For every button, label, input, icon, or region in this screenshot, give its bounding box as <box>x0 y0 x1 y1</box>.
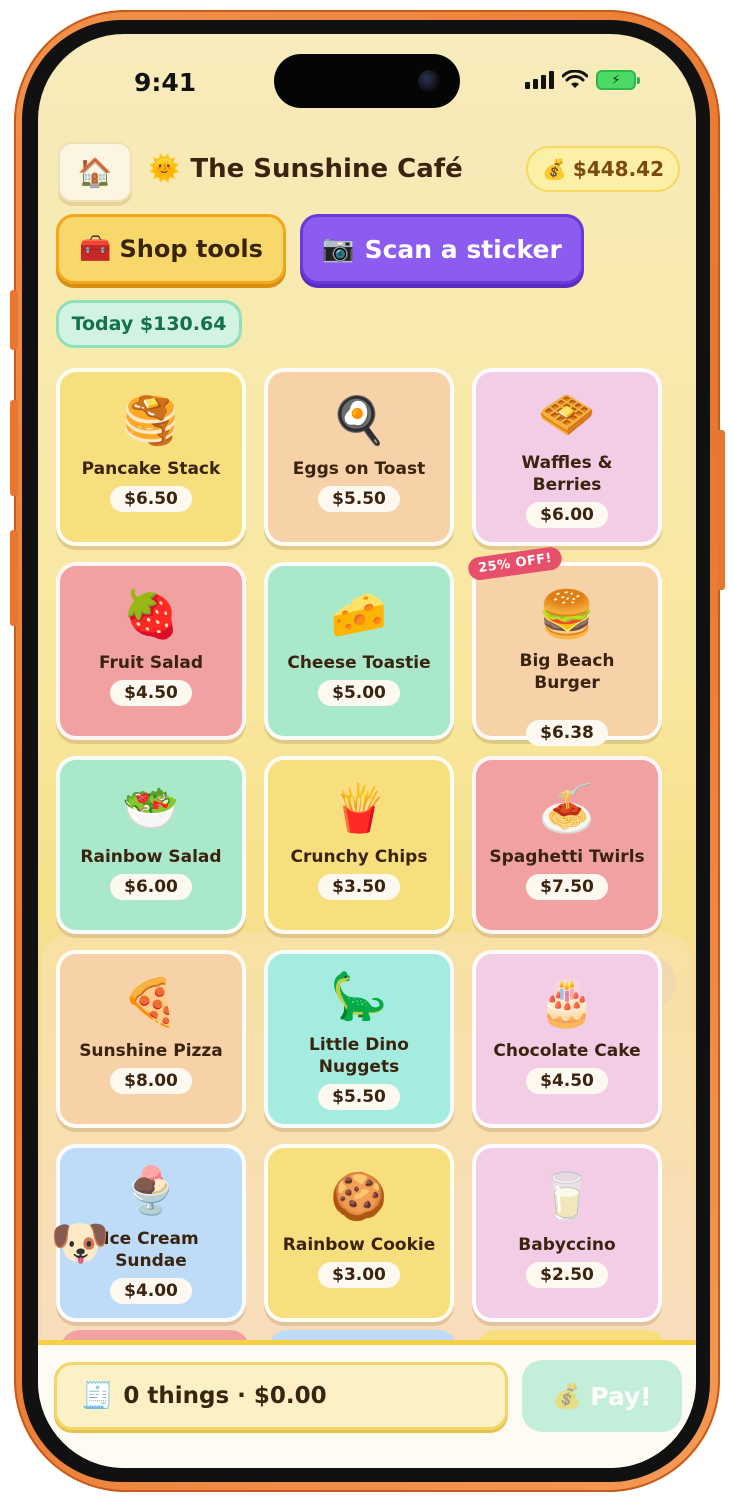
cafe-title: 🌞 The Sunshine Café <box>148 154 463 184</box>
pay-button[interactable]: 💰 Pay! <box>522 1360 682 1432</box>
menu-item-price: $8.00 <box>110 1068 192 1094</box>
menu-item-name: Waffles & Berries <box>521 453 613 495</box>
menu-item-price: $4.50 <box>526 1068 608 1094</box>
shop-tools-button[interactable]: 🧰 Shop tools <box>56 214 286 284</box>
cookie-icon: 🍪 <box>330 1169 388 1223</box>
ice-cream-icon: 🍨 <box>122 1163 180 1217</box>
discount-badge: 25% OFF! <box>466 545 564 582</box>
pizza-icon: 🍕 <box>122 975 180 1029</box>
camera-icon: 📷 <box>322 234 355 264</box>
sun-icon: 🌞 <box>148 154 181 184</box>
menu-item-name: Rainbow Salad <box>80 847 222 867</box>
scan-sticker-button[interactable]: 📷 Scan a sticker <box>300 214 584 284</box>
menu-item-price: $2.50 <box>526 1262 608 1288</box>
menu-item[interactable]: 25% OFF! 🍔 Big Beach Burger $6.38 <box>466 545 662 746</box>
money-bag-icon: 💰 <box>552 1382 583 1410</box>
menu-item[interactable]: 🍪 Rainbow Cookie $3.00 <box>264 1144 454 1322</box>
strawberry-icon: 🍓 <box>122 587 180 641</box>
menu-item[interactable]: 🧀 Cheese Toastie $5.00 <box>264 562 454 740</box>
menu-item-price: $6.00 <box>110 874 192 900</box>
dynamic-island <box>274 54 460 108</box>
menu-item-name: Fruit Salad <box>98 653 204 673</box>
today-sales-badge: Today $130.64 <box>56 300 242 348</box>
menu-item-price: $4.00 <box>110 1278 192 1304</box>
menu-item-name: Sunshine Pizza <box>79 1041 223 1061</box>
menu-item-name: Cheese Toastie <box>287 653 431 673</box>
action-button <box>10 290 18 350</box>
menu-item[interactable]: 🍝 Spaghetti Twirls $7.50 <box>472 756 662 934</box>
power-button <box>717 430 725 590</box>
menu-item-price: $5.50 <box>318 1084 400 1110</box>
pay-label: Pay! <box>590 1381 652 1411</box>
app-screen: 9:41 ⚡ 🏠 🌞 The Sunshine Café 💰 $448.42 🧰… <box>38 34 696 1468</box>
menu-item[interactable]: 🍳 Eggs on Toast $5.50 <box>264 368 454 546</box>
menu-item-price: $7.50 <box>526 874 608 900</box>
salad-icon: 🥗 <box>122 781 180 835</box>
menu-item-name: Little Dino Nuggets <box>309 1035 409 1077</box>
menu-item-name: Babyccino <box>518 1235 616 1255</box>
home-button[interactable]: 🏠 <box>58 142 132 202</box>
scan-sticker-label: Scan a sticker <box>364 234 562 264</box>
fries-icon: 🍟 <box>330 781 388 835</box>
page-title: The Sunshine Café <box>190 154 463 184</box>
menu-item-price: $3.50 <box>318 874 400 900</box>
toolbox-icon: 🧰 <box>79 234 112 264</box>
menu-item-price: $5.50 <box>318 486 400 512</box>
fried-egg-icon: 🍳 <box>330 393 388 447</box>
volume-up-button <box>10 400 18 496</box>
menu-item-name: Spaghetti Twirls <box>489 847 645 867</box>
menu-item[interactable]: 🎂 Chocolate Cake $4.50 <box>472 950 662 1128</box>
pancakes-icon: 🥞 <box>122 393 180 447</box>
menu-item-price: $5.00 <box>318 680 400 706</box>
menu-item[interactable]: 🥛 Babyccino $2.50 <box>472 1144 662 1322</box>
receipt-icon: 🧾 <box>81 1381 114 1411</box>
status-time: 9:41 <box>134 68 197 97</box>
battery-charging-icon: ⚡ <box>596 70 640 90</box>
menu-item-price: $6.50 <box>110 486 192 512</box>
menu-item-price: $4.50 <box>110 680 192 706</box>
waffle-icon: 🧇 <box>538 387 596 441</box>
menu-item-price: $6.38 <box>526 720 608 746</box>
cart-summary-button[interactable]: 🧾 0 things · $0.00 <box>54 1362 508 1430</box>
milk-icon: 🥛 <box>538 1169 596 1223</box>
dinosaur-icon: 🦕 <box>330 969 388 1023</box>
volume-down-button <box>10 530 18 626</box>
menu-item-name: Pancake Stack <box>81 459 221 479</box>
menu-item[interactable]: 🦕 Little Dino Nuggets $5.50 <box>264 950 454 1128</box>
menu-grid: 🥞 Pancake Stack $6.50 🍳 Eggs on Toast $5… <box>56 368 666 1322</box>
spaghetti-icon: 🍝 <box>538 781 596 835</box>
camera-icon <box>418 70 440 92</box>
menu-item-price: $3.00 <box>318 1262 400 1288</box>
cart-summary: 0 things · $0.00 <box>123 1383 327 1409</box>
menu-item-name: Rainbow Cookie <box>282 1235 436 1255</box>
menu-item-name: Chocolate Cake <box>493 1041 641 1061</box>
menu-item-name: Big Beach Burger <box>519 651 615 693</box>
cellular-signal-icon <box>525 71 554 89</box>
house-icon: 🏠 <box>77 155 113 189</box>
money-bag-icon: 💰 <box>542 157 567 181</box>
menu-item-name: Eggs on Toast <box>292 459 426 479</box>
balance-amount: $448.42 <box>572 157 664 181</box>
menu-item[interactable]: 🍓 Fruit Salad $4.50 <box>56 562 246 740</box>
burger-icon: 🍔 <box>538 587 596 641</box>
wifi-icon <box>562 70 588 88</box>
cake-icon: 🎂 <box>538 975 596 1029</box>
menu-item[interactable]: 🥗 Rainbow Salad $6.00 <box>56 756 246 934</box>
menu-item[interactable]: 🍟 Crunchy Chips $3.50 <box>264 756 454 934</box>
dog-icon: 🐶 <box>50 1215 110 1271</box>
menu-item-price: $6.00 <box>526 502 608 528</box>
menu-item[interactable]: 🍕 Sunshine Pizza $8.00 <box>56 950 246 1128</box>
menu-item-name: Crunchy Chips <box>290 847 428 867</box>
menu-item[interactable]: 🥞 Pancake Stack $6.50 <box>56 368 246 546</box>
cheese-icon: 🧀 <box>330 587 388 641</box>
status-icons: ⚡ <box>525 70 640 90</box>
menu-item[interactable]: 🧇 Waffles & Berries $6.00 <box>472 368 662 546</box>
balance-badge: 💰 $448.42 <box>526 146 680 192</box>
shop-tools-label: Shop tools <box>119 235 263 263</box>
